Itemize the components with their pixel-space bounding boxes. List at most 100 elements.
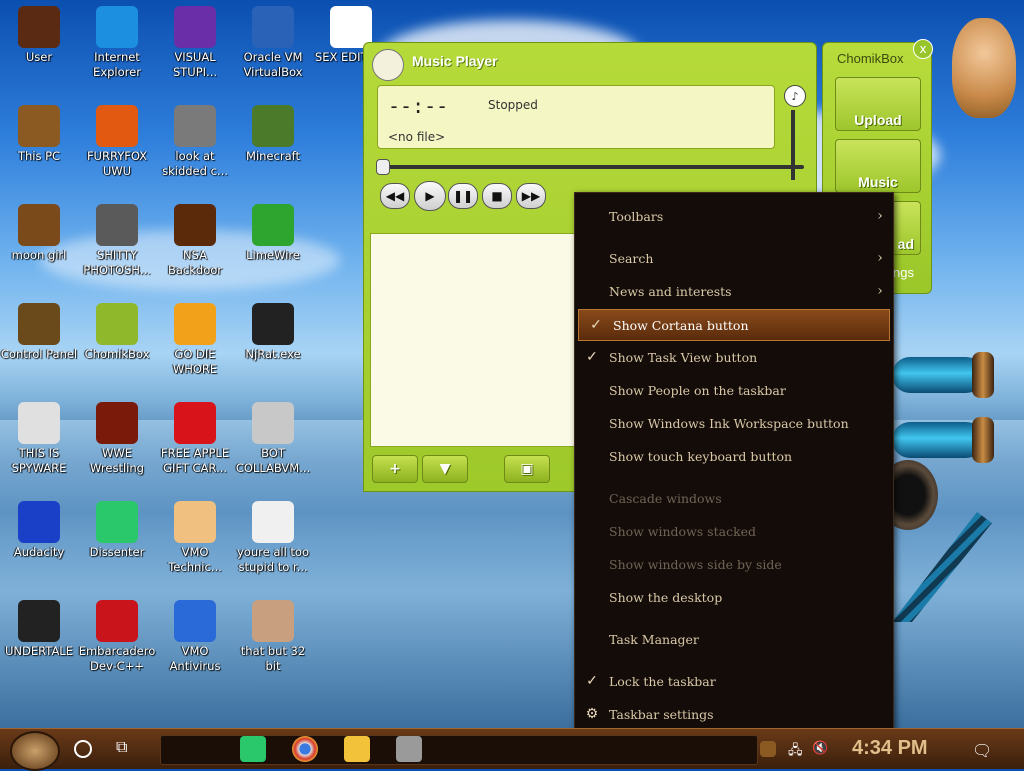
desktop-icon-label: Internet Explorer — [93, 50, 141, 79]
desktop-icon[interactable]: Embarcadero Dev-C++ — [78, 600, 156, 674]
desktop-icon[interactable]: youre all too stupid to r... — [234, 501, 312, 575]
desktop-icon[interactable]: Oracle VM VirtualBox — [234, 6, 312, 80]
stop-icon: ■ — [491, 189, 503, 203]
menu-item-label: Show windows side by side — [609, 556, 782, 572]
volume-muted-icon[interactable]: 🔇 — [812, 741, 828, 756]
upload-label: Upload — [854, 112, 902, 128]
app-icon — [174, 204, 216, 246]
app-icon — [18, 105, 60, 147]
desktop-icon[interactable]: VMO Technic... — [156, 501, 234, 575]
music-label: Music — [858, 174, 898, 190]
settings-label[interactable]: ngs — [893, 265, 914, 280]
stop-button[interactable]: ■ — [482, 183, 512, 209]
taskbar-context-menu: Toolbars › Search › News and interests › ✓ Show… — [574, 192, 894, 738]
desktop-icon[interactable]: NjRat.exe — [234, 303, 312, 362]
desktop-icon[interactable]: VMO Antivirus — [156, 600, 234, 674]
menu-item[interactable]: Show People on the taskbar — [575, 375, 893, 405]
app-icon — [252, 204, 294, 246]
upload-tile[interactable]: Upload — [835, 77, 921, 131]
desktop-icon[interactable]: Internet Explorer — [78, 6, 156, 80]
chevron-right-icon: › — [877, 208, 883, 224]
desktop-icon[interactable]: FURRYFOX UWU — [78, 105, 156, 179]
desktop-icon[interactable]: FREE APPLE GIFT CAR... — [156, 402, 234, 476]
task-view-icon[interactable]: ⧉ — [116, 737, 127, 757]
desktop-icon[interactable]: This PC — [0, 105, 78, 164]
desktop-icon[interactable]: NSA Backdoor — [156, 204, 234, 278]
desktop-icon[interactable]: ChomikBox — [78, 303, 156, 362]
seek-thumb[interactable] — [376, 159, 390, 175]
desktop-icon[interactable]: WWE Wrestling — [78, 402, 156, 476]
pause-button[interactable]: ❚❚ — [448, 183, 478, 209]
desktop-icon-label: This PC — [17, 149, 61, 163]
app-icon — [252, 402, 294, 444]
app-icon — [18, 303, 60, 345]
desktop-icon[interactable]: Audacity — [0, 501, 78, 560]
chomikbox-icon[interactable] — [396, 736, 422, 762]
desktop-icon[interactable]: SHITTY PHOTOSH... — [78, 204, 156, 278]
menu-item[interactable]: Task Manager — [575, 624, 893, 654]
add-folder-button[interactable]: ▣ — [504, 455, 550, 483]
start-button[interactable] — [10, 731, 60, 771]
desktop-icon[interactable]: LimeWire — [234, 204, 312, 263]
desktop-icon-label: LimeWire — [246, 248, 300, 262]
menu-item[interactable]: Show the desktop — [575, 582, 893, 612]
desktop-icon[interactable]: Minecraft — [234, 105, 312, 164]
speaker-icon[interactable]: ♪ — [784, 85, 806, 107]
menu-item[interactable]: ✓ Show Cortana button — [578, 309, 890, 341]
app-icon — [18, 501, 60, 543]
desktop-icon-label: VISUAL STUPI... — [172, 50, 218, 79]
desktop-icon[interactable]: THIS IS SPYWARE — [0, 402, 78, 476]
menu-item[interactable]: ✓ Show Task View button — [575, 342, 893, 372]
app-icon — [174, 105, 216, 147]
menu-item[interactable]: Show touch keyboard button — [575, 441, 893, 471]
desktop-icon[interactable]: moon girl — [0, 204, 78, 263]
decor-tube-cap — [972, 352, 994, 398]
network-icon[interactable]: 🖧 — [788, 741, 803, 763]
desktop-icon-label: GO DIE WHORE — [172, 347, 218, 376]
volume-track[interactable] — [791, 110, 795, 180]
rewind-button[interactable]: ◀◀ — [380, 183, 410, 209]
desktop-icon[interactable]: VISUAL STUPI... — [156, 6, 234, 80]
menu-item-label: Show Cortana button — [613, 317, 749, 333]
forward-button[interactable]: ▶▶ — [516, 183, 546, 209]
app-icon — [96, 105, 138, 147]
notification-icon[interactable]: 🗨 — [972, 741, 992, 760]
desktop-icon[interactable]: that but 32 bit — [234, 600, 312, 674]
desktop-icon-label: Embarcadero Dev-C++ — [78, 644, 156, 673]
menu-item-label: News and interests — [609, 283, 732, 299]
file-explorer-icon[interactable] — [344, 736, 370, 762]
desktop-icon[interactable]: BOT COLLABVM... — [234, 402, 312, 476]
desktop-icon[interactable]: User — [0, 6, 78, 65]
menu-item[interactable]: News and interests › — [575, 276, 893, 306]
current-file: <no file> — [388, 130, 446, 144]
playlist-menu-button[interactable]: ▼ — [422, 455, 468, 483]
menu-item[interactable]: ✓ Lock the taskbar — [575, 666, 893, 696]
cortana-circle-icon[interactable] — [74, 740, 92, 758]
clock[interactable]: 4:34 PM — [852, 737, 928, 760]
app-icon — [96, 6, 138, 48]
desktop-icon[interactable]: Control Panel — [0, 303, 78, 362]
menu-item[interactable]: Search › — [575, 243, 893, 273]
window-title: Music Player — [412, 53, 498, 69]
seek-bar[interactable] — [376, 159, 804, 175]
music-tile[interactable]: Music — [835, 139, 921, 193]
menu-item[interactable]: Show Windows Ink Workspace button — [575, 408, 893, 438]
play-button[interactable]: ▶ — [414, 181, 446, 211]
add-to-playlist-button[interactable]: + — [372, 455, 418, 483]
menu-item: Show windows side by side — [575, 549, 893, 579]
dissenter-icon[interactable] — [240, 736, 266, 762]
desktop-icon-label: WWE Wrestling — [90, 446, 144, 475]
menu-item-label: Lock the taskbar — [609, 673, 716, 689]
chevron-right-icon: › — [877, 283, 883, 299]
desktop-icon[interactable]: GO DIE WHORE — [156, 303, 234, 377]
desktop-icon-label: NSA Backdoor — [167, 248, 223, 277]
desktop-icon[interactable]: look at skidded c... — [156, 105, 234, 179]
close-button[interactable]: x — [913, 39, 933, 59]
volume-slider[interactable]: ♪ — [784, 85, 806, 195]
chrome-icon[interactable] — [292, 736, 318, 762]
menu-item[interactable]: Toolbars › — [575, 201, 893, 231]
tray-hamster-icon[interactable] — [760, 741, 776, 757]
desktop-icon[interactable]: Dissenter — [78, 501, 156, 560]
desktop-icon[interactable]: UNDERTALE — [0, 600, 78, 659]
menu-item[interactable]: ⚙ Taskbar settings — [575, 699, 893, 729]
